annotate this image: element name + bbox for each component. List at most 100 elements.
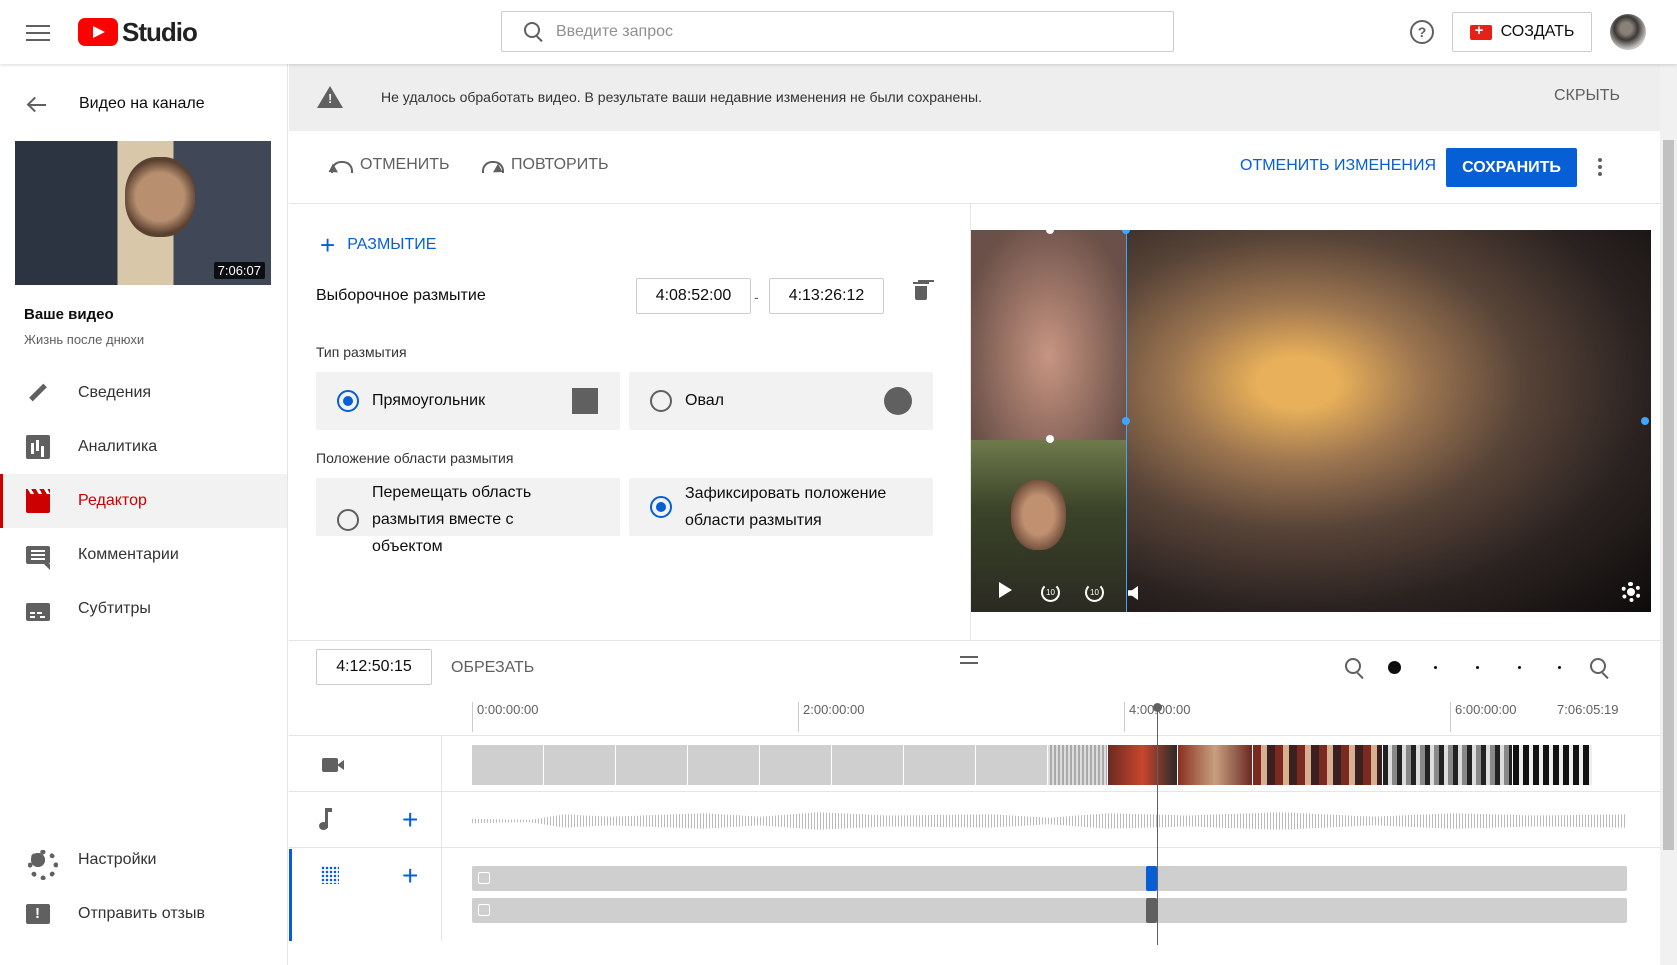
top-bar: Studio ? СОЗДАТЬ	[0, 0, 1677, 64]
filmstrip-frame	[832, 745, 904, 785]
avatar[interactable]	[1610, 14, 1646, 50]
play-icon[interactable]	[999, 582, 1012, 598]
zoom-step	[1558, 666, 1561, 669]
alert-text: Не удалось обработать видео. В результат…	[381, 89, 982, 105]
blur-start-time-input[interactable]: 4:08:52:00	[636, 278, 751, 314]
logo-text: Studio	[122, 16, 198, 47]
rewind-10-icon[interactable]: 10	[1041, 583, 1060, 602]
track-header	[289, 736, 442, 791]
tick-label: 0:00:00:00	[477, 702, 539, 717]
blur-resize-handle[interactable]	[1122, 230, 1130, 234]
region-handle[interactable]	[1046, 435, 1054, 443]
help-icon[interactable]: ?	[1410, 20, 1434, 44]
add-blur-track-icon[interactable]: +	[402, 862, 418, 890]
sidebar-item-analytics[interactable]: Аналитика	[0, 420, 287, 474]
analytics-icon	[26, 435, 50, 459]
tick-line	[472, 702, 473, 732]
video-thumbnail[interactable]: 7:06:07	[15, 141, 271, 285]
undo-button[interactable]: ОТМЕНИТЬ	[328, 156, 450, 174]
filmstrip-frame	[1253, 745, 1383, 785]
tick-line	[1450, 702, 1451, 732]
radio-oval[interactable]	[650, 390, 672, 412]
player-settings-icon[interactable]	[1621, 582, 1641, 602]
resize-handle-icon[interactable]	[960, 656, 978, 664]
blur-type-rectangle-option[interactable]: Прямоугольник	[316, 372, 620, 430]
create-button[interactable]: СОЗДАТЬ	[1452, 12, 1592, 52]
add-audio-icon[interactable]: +	[402, 806, 418, 834]
blur-resize-handle[interactable]	[1641, 417, 1649, 425]
blur-segment-icon	[478, 872, 490, 884]
forward-10-icon[interactable]: 10	[1085, 583, 1104, 602]
blur-segment-icon	[478, 904, 490, 916]
video-filmstrip[interactable]	[472, 745, 1627, 785]
filmstrip-frame	[688, 745, 760, 785]
sidebar-item-editor[interactable]: Редактор	[0, 474, 287, 528]
scrollbar-thumb[interactable]	[1663, 140, 1674, 850]
zoom-step	[1476, 666, 1479, 669]
zoom-step	[1518, 666, 1521, 669]
blur-end-time-input[interactable]: 4:13:26:12	[769, 278, 884, 314]
add-blur-button[interactable]: + РАЗМЫТИЕ	[320, 230, 436, 260]
blur-marker[interactable]	[1146, 898, 1157, 923]
timeline-ruler[interactable]: 0:00:00:00 2:00:00:00 4:00:00:00 6:00:00…	[472, 702, 1622, 734]
trim-button[interactable]: ОБРЕЗАТЬ	[451, 659, 534, 677]
blur-segment[interactable]	[472, 866, 1627, 891]
filmstrip-frame	[904, 745, 976, 785]
filmstrip-frame	[544, 745, 616, 785]
blur-segment[interactable]	[472, 898, 1627, 923]
save-button[interactable]: СОХРАНИТЬ	[1446, 148, 1577, 187]
search-input[interactable]	[556, 22, 1136, 41]
sidebar-item-subtitles[interactable]: Субтитры	[0, 582, 287, 636]
sidebar-item-details[interactable]: Сведения	[0, 366, 287, 420]
preview-unblurred-region	[971, 230, 1126, 440]
filmstrip-frame	[616, 745, 688, 785]
active-blur-marker[interactable]	[1146, 866, 1157, 891]
discard-changes-button[interactable]: ОТМЕНИТЬ ИЗМЕНЕНИЯ	[1240, 157, 1436, 175]
search-bar[interactable]	[501, 11, 1174, 52]
blur-grid-icon	[321, 866, 339, 884]
channel-videos-link[interactable]: Видео на канале	[79, 95, 205, 113]
radio-track-object[interactable]	[337, 509, 359, 531]
filmstrip-frame	[1513, 745, 1593, 785]
sidebar-item-settings[interactable]: Настройки	[0, 833, 287, 887]
blur-type-oval-option[interactable]: Овал	[629, 372, 933, 430]
volume-icon[interactable]	[1128, 586, 1138, 600]
blur-position-track-option[interactable]: Перемещать область размытия вместе с объ…	[316, 478, 620, 555]
zoom-slider[interactable]	[1388, 661, 1561, 674]
gear-icon	[26, 848, 58, 880]
radio-rectangle[interactable]	[337, 390, 359, 412]
zoom-out-icon[interactable]	[1345, 658, 1365, 678]
plus-icon: +	[320, 230, 336, 260]
more-options-icon[interactable]	[1598, 158, 1602, 178]
youtube-studio-logo[interactable]: Studio	[78, 16, 198, 48]
sidebar-item-label: Сведения	[78, 384, 152, 401]
back-arrow-icon[interactable]	[26, 96, 48, 114]
filmstrip-frame	[1048, 745, 1108, 785]
blur-position-label: Положение области размытия	[316, 450, 514, 466]
sidebar-item-comments[interactable]: Комментарии	[0, 528, 287, 582]
menu-icon[interactable]	[26, 22, 50, 42]
timeline-divider	[289, 640, 1660, 641]
sidebar-item-label: Аналитика	[78, 438, 158, 455]
blur-name: Выборочное размытие	[316, 287, 486, 304]
delete-icon[interactable]	[913, 281, 929, 301]
option-label: Зафиксировать положение области размытия	[685, 485, 887, 529]
pencil-icon	[26, 381, 50, 405]
blur-resize-handle[interactable]	[1122, 417, 1130, 425]
zoom-slider-thumb[interactable]	[1388, 661, 1401, 674]
filmstrip-frame	[472, 745, 544, 785]
redo-button[interactable]: ПОВТОРИТЬ	[479, 156, 609, 174]
radio-fixed-position[interactable]	[650, 496, 672, 518]
thumbnail-face	[125, 157, 195, 237]
option-label: Перемещать область размытия вместе с объ…	[372, 484, 532, 555]
sidebar-item-feedback[interactable]: Отправить отзыв	[0, 887, 287, 941]
blur-position-fixed-option[interactable]: Зафиксировать положение области размытия	[629, 478, 933, 536]
current-time-input[interactable]: 4:12:50:15	[316, 649, 432, 685]
youtube-logo-icon	[78, 18, 118, 46]
tick-label: 7:06:05:19	[1557, 702, 1619, 717]
timeline-playhead[interactable]	[1153, 703, 1162, 945]
video-preview[interactable]: 10 10	[971, 230, 1651, 612]
zoom-in-icon[interactable]	[1590, 658, 1610, 678]
hide-alert-button[interactable]: СКРЫТЬ	[1554, 87, 1620, 105]
rectangle-shape-icon	[572, 388, 598, 414]
